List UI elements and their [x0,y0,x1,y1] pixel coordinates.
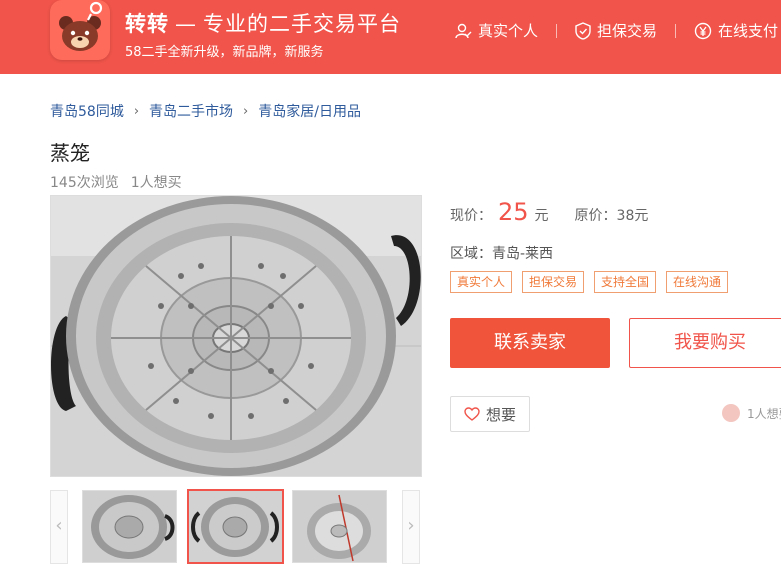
product-stats: 145次浏览 1人想买 [50,172,182,192]
gallery-thumbnail[interactable] [292,490,387,563]
brand-tagline: 专业的二手交易平台 [203,12,401,36]
gallery-prev-button[interactable]: ‹ [50,490,68,564]
service-tag: 在线沟通 [666,271,729,293]
breadcrumb-link-city[interactable]: 青岛58同城 [50,101,124,121]
feature-label: 真实个人 [478,22,539,40]
gallery-thumbnail[interactable] [82,490,177,563]
wanters-count: 1人想要 [747,406,781,421]
current-price: 25 [498,198,529,226]
divider [556,23,558,38]
feature-real-person: 真实个人 [454,20,538,41]
breadcrumb-link-category[interactable]: 青岛家居/日用品 [258,101,361,121]
feature-guarantee: 担保交易 [575,20,657,41]
product-title: 蒸笼 [50,141,90,165]
original-price: 原价：38元 [574,208,649,224]
brand-title: 转转 — 专业的二手交易平台 [125,8,401,38]
want-count: 1人想买 [130,175,182,191]
price-unit: 元 [534,208,549,224]
main-product-image[interactable] [50,195,422,477]
view-count: 145次浏览 [50,175,119,191]
gallery-thumbnail-active[interactable] [187,489,284,564]
brand-subline: 58二手全新升级，新品牌，新服务 [125,45,324,60]
service-tag: 支持全国 [594,271,657,293]
brand-name: 转转 [125,12,169,36]
service-tag: 担保交易 [522,271,585,293]
wanters-info: 1人想要 [722,404,781,422]
want-label: 想要 [485,405,516,424]
shield-check-icon [575,21,591,40]
chevron-right-icon: › [133,103,140,119]
yen-circle-icon [694,22,712,39]
service-tags: 真实个人 担保交易 支持全国 在线沟通 [450,271,738,293]
breadcrumb-link-market[interactable]: 青岛二手市场 [149,101,233,121]
service-tag: 真实个人 [450,271,513,293]
heart-icon [464,407,480,421]
feature-label: 在线支付 [718,22,779,40]
zhuanzhuan-logo[interactable] [50,0,110,60]
feature-online-pay: 在线支付 [694,20,778,41]
avatar [722,404,740,422]
chevron-right-icon: › [243,103,249,119]
user-check-icon [455,23,472,38]
site-header: 转转 — 专业的二手交易平台 58二手全新升级，新品牌，新服务 真实个人 担保交易 [0,0,781,74]
brand-dash: — [175,12,197,36]
want-button[interactable]: 想要 [450,396,530,432]
price-row: 现价： 25 元 原价：38元 [450,198,648,226]
buy-button[interactable]: 我要购买 [629,318,781,368]
feature-label: 担保交易 [597,22,658,40]
current-price-label: 现价： [450,208,492,224]
header-features: 真实个人 担保交易 在线支付 [454,20,778,41]
gallery-next-button[interactable]: › [402,490,420,564]
breadcrumb: 青岛58同城 › 青岛二手市场 › 青岛家居/日用品 [50,101,361,121]
contact-seller-button[interactable]: 联系卖家 [450,318,610,368]
region: 区域：青岛-莱西 [450,246,554,262]
divider [675,23,677,38]
